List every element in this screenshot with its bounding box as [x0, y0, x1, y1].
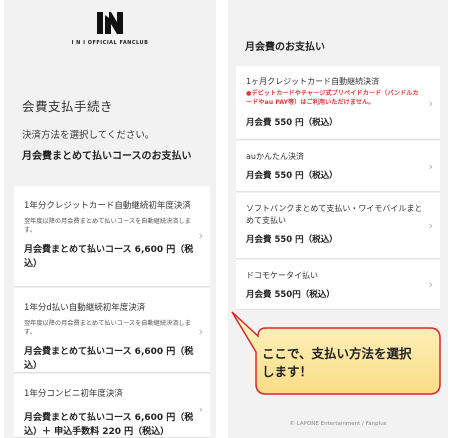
ini-logo-mark: [97, 12, 123, 34]
payment-option-softbank-ymobile[interactable]: ソフトバンクまとめて支払い・ワイモバイルまとめて支払い 月会費 550 円（税込…: [236, 193, 440, 259]
option-price: 月会費まとめて払いコース 6,600 円（税込）＋ 申込手数料 220 円（税込…: [24, 413, 194, 437]
page-title: 会費支払手続き: [22, 99, 114, 114]
ini-logo: I N I OFFICIAL FANCLUB: [4, 8, 216, 46]
option-price: 月会費 550 円（税込）: [246, 118, 338, 128]
option-price: 月会費まとめて払いコース 6,600 円（税込）: [24, 245, 194, 269]
chevron-right-icon: ›: [428, 219, 433, 232]
option-price: 月会費 550 円（税込）: [246, 171, 338, 181]
option-title: ソフトバンクまとめて支払い・ワイモバイルまとめて支払い: [246, 204, 423, 225]
option-price: 月会費まとめて払いコース 6,600 円（税込）: [24, 347, 194, 371]
chevron-right-icon: ›: [198, 325, 203, 338]
option-title: 1ヶ月クレジットカード自動継続決済: [246, 77, 380, 86]
chevron-right-icon: ›: [428, 97, 433, 110]
option-note: 翌年度以降の月会費まとめて払いコースを自動継続決済します。: [24, 320, 191, 336]
membership-payment-screen: I N I OFFICIAL FANCLUB 会費支払手続き 決済方法を選択して…: [4, 0, 216, 438]
payment-option-credit-card-annual[interactable]: 1年分クレジットカード自動継続初年度決済 翌年度以降の月会費まとめて払いコースを…: [14, 186, 210, 287]
monthly-payment-screen: 月会費のお支払い 1ヶ月クレジットカード自動継続決済 ●デビットカードやチャージ…: [228, 0, 448, 438]
option-title: 1年分クレジットカード自動継続初年度決済: [24, 201, 191, 211]
section-heading: 月会費まとめて払いコースのお支払い: [22, 151, 192, 162]
payment-option-d-barai-annual[interactable]: 1年分d払い自動継続初年度決済 翌年度以降の月会費まとめて払いコースを自動継続決…: [14, 288, 210, 373]
payment-option-au-easy[interactable]: auかんたん決済 月会費 550 円（税込） ›: [236, 141, 440, 192]
option-warning: ●デビットカードやチャージ式プリペイドカード（バンドルカードやau PAY等）は…: [246, 90, 419, 106]
chevron-right-icon: ›: [428, 160, 433, 173]
chevron-right-icon: ›: [198, 229, 203, 242]
logo-text: I N I OFFICIAL FANCLUB: [71, 40, 149, 46]
option-price: 月会費 550円（税込）: [246, 290, 335, 300]
payment-option-convenience-store-annual[interactable]: 1年分コンビニ初年度決済 月会費まとめて払いコース 6,600 円（税込）＋ 申…: [14, 374, 210, 438]
section-heading: 月会費のお支払い: [245, 42, 325, 53]
copyright-footer: © LAPONE Entertainment / Fanplus: [289, 421, 387, 427]
option-title: 1年分コンビニ初年度決済: [24, 389, 123, 399]
option-title: 1年分d払い自動継続初年度決済: [24, 303, 146, 313]
chevron-right-icon: ›: [198, 403, 203, 416]
option-title: auかんたん決済: [246, 152, 304, 161]
option-title: ドコモケータイ払い: [246, 271, 318, 280]
payment-option-docomo[interactable]: ドコモケータイ払い 月会費 550円（税込） ›: [236, 260, 440, 310]
option-price: 月会費 550 円（税込）: [246, 235, 338, 245]
payment-option-credit-card-monthly[interactable]: 1ヶ月クレジットカード自動継続決済 ●デビットカードやチャージ式プリペイドカード…: [236, 66, 440, 140]
instruction-text: 決済方法を選択してください。: [22, 130, 155, 141]
option-note: 翌年度以降の月会費まとめて払いコースを自動継続決済します。: [24, 218, 191, 234]
chevron-right-icon: ›: [428, 278, 433, 291]
